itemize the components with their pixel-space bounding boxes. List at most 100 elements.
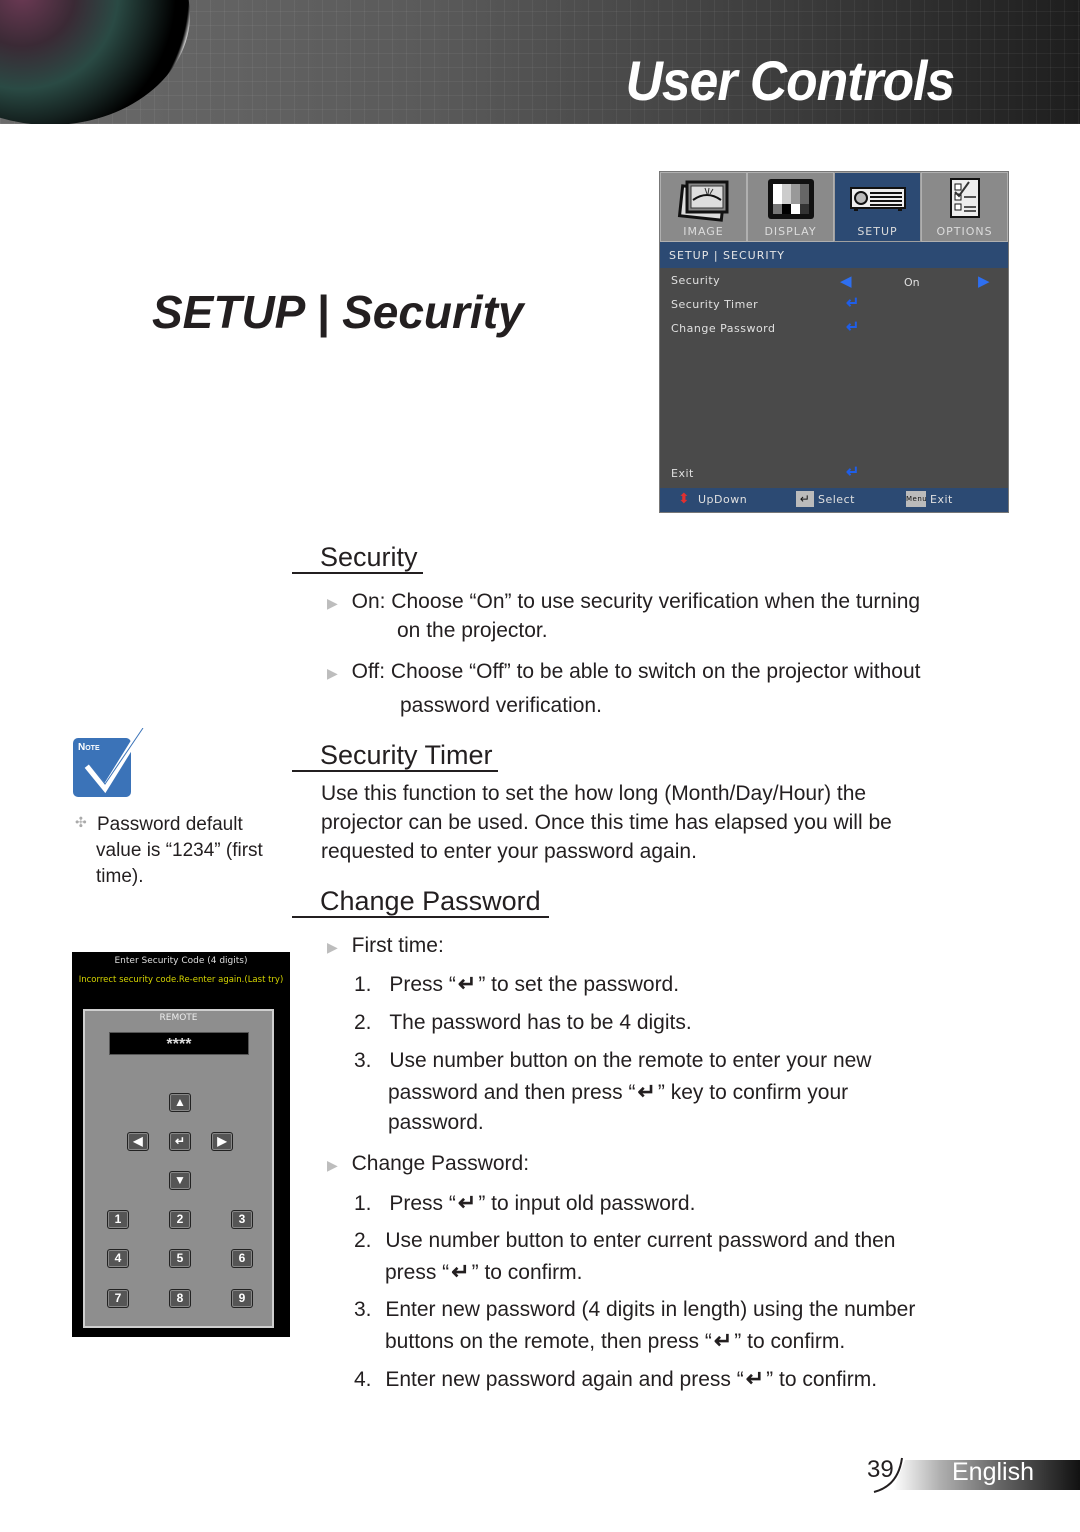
security-off-line2: password verification. [400, 694, 602, 717]
language-label: English [952, 1458, 1034, 1486]
note-text: Password default value is “1234” (first … [96, 812, 287, 890]
osd-row-label: Security [671, 274, 721, 287]
enter-icon: ↵ [457, 1190, 477, 1215]
right-button[interactable]: ▶ [211, 1132, 233, 1151]
timer-line: Use this function to set the how long (M… [321, 782, 867, 805]
arrow-right-icon[interactable]: ▶ [978, 272, 990, 290]
section-heading-change-password: Change Password [292, 886, 549, 918]
security-on-item: ▶ On: Choose “On” to use security verifi… [327, 587, 920, 618]
select-key-icon: ↵ [796, 491, 814, 507]
enter-icon: ↵ [713, 1328, 733, 1353]
note-line: value is “1234” (first [96, 840, 263, 861]
page-number: 39 [867, 1456, 894, 1483]
osd-tab-label: OPTIONS [936, 225, 993, 238]
osd-row-label: Security Timer [671, 298, 759, 311]
digit-button-6[interactable]: 6 [231, 1249, 253, 1268]
note-bullet-icon: ✣ [75, 814, 87, 830]
enter-icon[interactable]: ↵ [846, 462, 859, 482]
osd-tab-display[interactable]: DISPLAY [747, 172, 834, 242]
options-checklist-icon [949, 178, 980, 223]
change-step-3-line2: buttons on the remote, then press “↵” to… [385, 1328, 846, 1353]
timer-description: Use this function to set the how long (M… [321, 779, 892, 866]
section-heading-security-timer: Security Timer [292, 740, 498, 772]
digit-button-9[interactable]: 9 [231, 1289, 253, 1308]
code-display[interactable]: **** [109, 1032, 249, 1055]
osd-tab-image[interactable]: IMAGE [660, 172, 747, 242]
display-icon [767, 178, 815, 225]
osd-tab-bar: IMAGE DISPLAY SETUP OPTIONS [660, 172, 1008, 242]
change-step-3: 3. Enter new password (4 digits in lengt… [354, 1298, 916, 1321]
digit-button-4[interactable]: 4 [107, 1249, 129, 1268]
up-button[interactable]: ▲ [169, 1093, 191, 1112]
left-button[interactable]: ◀ [127, 1132, 149, 1151]
security-on-line2: on the projector. [397, 619, 548, 642]
remote-keypad: REMOTE **** ▲ ◀ ↵ ▶ ▼ 1 2 3 4 5 6 7 8 9 [83, 1009, 274, 1328]
enter-button[interactable]: ↵ [169, 1132, 191, 1151]
osd-row-change-password[interactable]: Change Password [671, 322, 776, 335]
osd-row-label: Exit [671, 467, 694, 480]
osd-row-security[interactable]: Security [671, 274, 720, 287]
osd-row-exit[interactable]: Exit [671, 467, 694, 480]
security-code-error: Incorrect security code.Re-enter again.(… [78, 975, 284, 985]
change-step-2-line2: press “↵” to confirm. [385, 1259, 583, 1284]
bullet-icon: ▶ [327, 665, 338, 681]
digit-button-7[interactable]: 7 [107, 1289, 129, 1308]
lens-image [0, 0, 190, 124]
digit-button-1[interactable]: 1 [107, 1210, 129, 1229]
menu-key-icon: Menu [906, 491, 926, 507]
footer-exit-label: Exit [930, 493, 953, 506]
bullet-icon: ▶ [327, 939, 338, 955]
change-password-label: ▶ Change Password: [327, 1152, 530, 1175]
enter-icon: ↵ [451, 1259, 470, 1284]
digit-button-5[interactable]: 5 [169, 1249, 191, 1268]
osd-tab-options[interactable]: OPTIONS [921, 172, 1008, 242]
bullet-icon: ▶ [327, 1157, 338, 1173]
first-time-label: ▶ First time: [327, 934, 444, 957]
security-off-item: ▶ Off: Choose “Off” to be able to switch… [327, 657, 920, 688]
change-step-4: 4. Enter new password again and press “↵… [354, 1366, 878, 1391]
timer-line: projector can be used. Once this time ha… [321, 811, 892, 834]
osd-tab-label: DISPLAY [764, 225, 817, 238]
digit-button-8[interactable]: 8 [169, 1289, 191, 1308]
arrow-left-icon[interactable]: ◀ [840, 272, 852, 290]
change-step-1: 1. Press “↵” to input old password. [354, 1190, 696, 1215]
digit-button-3[interactable]: 3 [231, 1210, 253, 1229]
digit-button-2[interactable]: 2 [169, 1210, 191, 1229]
security-code-dialog: Enter Security Code (4 digits) Incorrect… [72, 952, 290, 1337]
osd-menu: IMAGE DISPLAY SETUP OPTIONS SETUP | SECU… [659, 171, 1009, 513]
image-icon [675, 178, 733, 227]
osd-security-value: On [904, 276, 920, 289]
header-banner: User Controls [0, 0, 1080, 124]
first-time-step-1: 1. Press “↵” to set the password. [354, 971, 680, 996]
checkmark-icon [84, 728, 144, 794]
first-time-step-3-line2: password and then press “↵” key to confi… [388, 1079, 849, 1104]
down-button[interactable]: ▼ [169, 1171, 191, 1190]
enter-icon: ↵ [745, 1366, 765, 1391]
enter-icon[interactable]: ↵ [846, 317, 859, 337]
header-title: User Controls [625, 49, 955, 112]
enter-icon: ↵ [637, 1079, 656, 1104]
footer-select-label: Select [818, 493, 855, 506]
osd-breadcrumb: SETUP | SECURITY [660, 242, 1008, 268]
note-icon: Note [73, 728, 144, 797]
bullet-icon: ▶ [327, 595, 338, 611]
section-heading-security: Security [292, 542, 423, 574]
enter-icon: ↵ [457, 971, 477, 996]
enter-icon[interactable]: ↵ [846, 293, 859, 313]
change-step-2: 2. Use number button to enter current pa… [354, 1229, 896, 1252]
updown-icon: ⬍ [678, 491, 691, 507]
osd-footer: ⬍ UpDown ↵ Select Menu Exit [660, 488, 1008, 512]
osd-tab-setup[interactable]: SETUP [834, 172, 921, 242]
first-time-step-3-line3: password. [388, 1111, 484, 1134]
timer-line: requested to enter your password again. [321, 840, 697, 863]
footer-updown-label: UpDown [698, 493, 748, 506]
security-code-prompt: Enter Security Code (4 digits) [114, 956, 248, 966]
osd-tab-label: SETUP [857, 225, 898, 238]
page-title: SETUP | Security [152, 286, 524, 338]
first-time-step-2: 2. The password has to be 4 digits. [354, 1011, 692, 1034]
remote-label: REMOTE [159, 1013, 198, 1023]
projector-icon [849, 187, 906, 216]
osd-row-security-timer[interactable]: Security Timer [671, 298, 758, 311]
first-time-step-3: 3. Use number button on the remote to en… [354, 1049, 872, 1072]
note-line: Password default [97, 814, 243, 835]
